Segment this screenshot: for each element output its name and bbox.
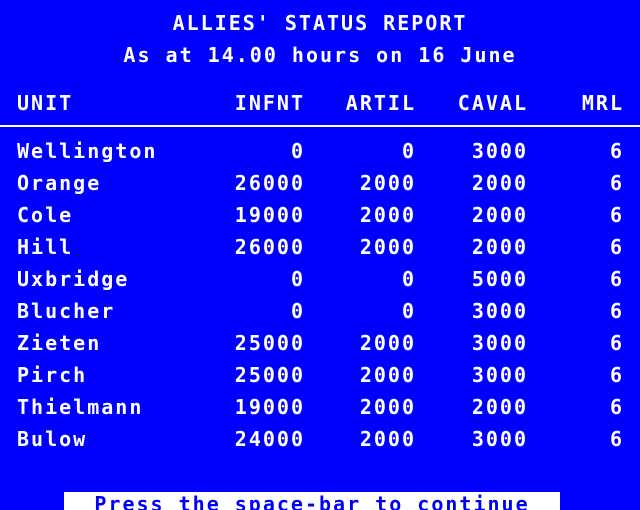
artillery-value: 2000 (359, 427, 416, 451)
morale-value: 6 (609, 171, 624, 195)
table-row: Blucher 0 0 3000 6 (0, 298, 640, 324)
infantry-value: 26000 (234, 171, 305, 195)
table-row: Thielmann 19000 2000 2000 6 (0, 394, 640, 420)
report-title: ALLIES' STATUS REPORT (172, 11, 468, 35)
table-row: Orange 26000 2000 2000 6 (0, 170, 640, 196)
header-infantry: INFNT (234, 91, 305, 115)
artillery-value: 2000 (359, 395, 416, 419)
table-row: Zieten 25000 2000 3000 6 (0, 330, 640, 356)
table-row: Pirch 25000 2000 3000 6 (0, 362, 640, 388)
table-row: Hill 26000 2000 2000 6 (0, 234, 640, 260)
infantry-value: 0 (290, 299, 305, 323)
unit-name: Orange (17, 171, 102, 195)
infantry-value: 25000 (234, 363, 305, 387)
unit-name: Wellington (17, 139, 158, 163)
header-morale: MRL (581, 91, 624, 115)
cavalry-value: 2000 (471, 203, 528, 227)
infantry-value: 0 (290, 267, 305, 291)
table-row: Cole 19000 2000 2000 6 (0, 202, 640, 228)
morale-value: 6 (609, 395, 624, 419)
infantry-value: 26000 (234, 235, 305, 259)
header-unit: UNIT (17, 91, 74, 115)
artillery-value: 2000 (359, 235, 416, 259)
cavalry-value: 3000 (471, 139, 528, 163)
continue-prompt[interactable]: Press the space-bar to continue (64, 492, 560, 510)
morale-value: 6 (609, 331, 624, 355)
morale-value: 6 (609, 139, 624, 163)
artillery-value: 0 (401, 139, 416, 163)
morale-value: 6 (609, 235, 624, 259)
header-cavalry: CAVAL (457, 91, 528, 115)
unit-name: Blucher (17, 299, 116, 323)
table-row: Wellington 0 0 3000 6 (0, 138, 640, 164)
artillery-value: 2000 (359, 363, 416, 387)
header-divider (0, 125, 640, 127)
infantry-value: 24000 (234, 427, 305, 451)
cavalry-value: 2000 (471, 235, 528, 259)
cavalry-value: 3000 (471, 331, 528, 355)
game-screen: ALLIES' STATUS REPORT As at 14.00 hours … (0, 0, 640, 510)
infantry-value: 0 (290, 139, 305, 163)
morale-value: 6 (609, 363, 624, 387)
unit-name: Thielmann (17, 395, 144, 419)
cavalry-value: 3000 (471, 299, 528, 323)
artillery-value: 2000 (359, 203, 416, 227)
cavalry-value: 5000 (471, 267, 528, 291)
morale-value: 6 (609, 267, 624, 291)
cavalry-value: 2000 (471, 171, 528, 195)
unit-name: Hill (17, 235, 74, 259)
morale-value: 6 (609, 299, 624, 323)
artillery-value: 2000 (359, 331, 416, 355)
unit-name: Bulow (17, 427, 88, 451)
artillery-value: 2000 (359, 171, 416, 195)
report-subtitle: As at 14.00 hours on 16 June (123, 43, 517, 67)
table-row: Bulow 24000 2000 3000 6 (0, 426, 640, 452)
cavalry-value: 2000 (471, 395, 528, 419)
infantry-value: 25000 (234, 331, 305, 355)
cavalry-value: 3000 (471, 427, 528, 451)
morale-value: 6 (609, 203, 624, 227)
infantry-value: 19000 (234, 395, 305, 419)
cavalry-value: 3000 (471, 363, 528, 387)
unit-name: Zieten (17, 331, 102, 355)
header-artillery: ARTIL (345, 91, 416, 115)
infantry-value: 19000 (234, 203, 305, 227)
unit-name: Cole (17, 203, 74, 227)
artillery-value: 0 (401, 267, 416, 291)
unit-name: Uxbridge (17, 267, 130, 291)
unit-name: Pirch (17, 363, 88, 387)
table-header: UNIT INFNT ARTIL CAVAL MRL (0, 90, 640, 116)
table-row: Uxbridge 0 0 5000 6 (0, 266, 640, 292)
morale-value: 6 (609, 427, 624, 451)
artillery-value: 0 (401, 299, 416, 323)
